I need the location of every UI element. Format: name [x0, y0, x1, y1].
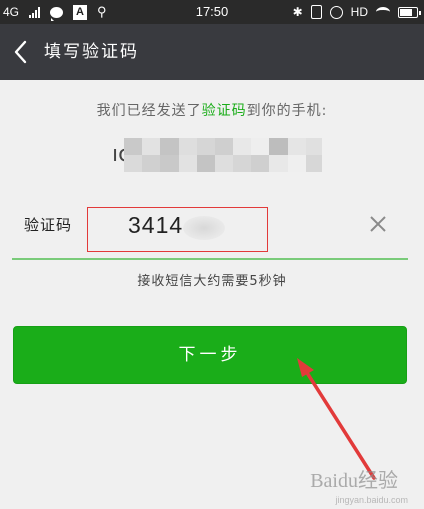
phone-number: ıc: [112, 138, 322, 172]
mosaic-cell: [178, 138, 197, 155]
mosaic-cell: [233, 155, 252, 172]
mosaic-cell: [178, 155, 197, 172]
mosaic-cell: [142, 155, 161, 172]
prompt-pre: 我们已经发送了: [96, 103, 202, 119]
mosaic-cell: [269, 155, 288, 172]
battery-icon: [398, 6, 421, 18]
code-blur-mask: [183, 216, 225, 240]
mosaic-cell: [269, 138, 288, 155]
status-bar: 4G A ⚲ 17:50 ✱ HD: [0, 0, 424, 24]
mosaic-cell: [196, 155, 215, 172]
mosaic-cell: [287, 138, 306, 155]
page-title: 填写验证码: [44, 42, 139, 62]
mosaic-cell: [196, 138, 215, 155]
title-bar: 填写验证码: [0, 24, 424, 80]
mosaic-cell: [233, 138, 252, 155]
watermark-url: jingyan.baidu.com: [335, 495, 408, 505]
sent-code-prompt: 我们已经发送了验证码到你的手机:: [0, 100, 424, 120]
prompt-highlight: 验证码: [201, 103, 247, 119]
mosaic-cell: [124, 138, 143, 155]
mosaic-cell: [305, 138, 322, 155]
alarm-icon: [329, 5, 343, 19]
wifi-icon: [376, 7, 390, 17]
prompt-post: 到你的手机:: [246, 103, 328, 119]
hd-label: HD: [350, 5, 368, 19]
mosaic-cell: [251, 155, 270, 172]
mosaic-cell: [124, 155, 143, 172]
phone-number-mosaic: [124, 138, 322, 172]
back-chevron-icon: [14, 40, 27, 64]
sms-wait-hint: 接收短信大约需要5秒钟: [137, 274, 287, 289]
mosaic-cell: [160, 155, 179, 172]
bluetooth-icon: ✱: [292, 5, 303, 19]
watermark-logo: Baidu经验: [310, 470, 398, 492]
annotation-arrow: [297, 358, 376, 480]
mosaic-cell: [251, 138, 270, 155]
clear-button[interactable]: [368, 214, 388, 234]
code-label: 验证码: [24, 216, 73, 234]
mosaic-cell: [214, 138, 234, 155]
code-input-value: 3414: [128, 212, 184, 238]
close-icon: [370, 216, 386, 232]
mosaic-cell: [305, 155, 322, 172]
mosaic-cell: [287, 155, 306, 172]
back-button[interactable]: [10, 38, 34, 66]
mosaic-cell: [142, 138, 161, 155]
mosaic-cell: [160, 138, 179, 155]
code-input-underline: [12, 258, 408, 260]
mosaic-cell: [214, 155, 234, 172]
vibrate-icon: [310, 5, 322, 19]
